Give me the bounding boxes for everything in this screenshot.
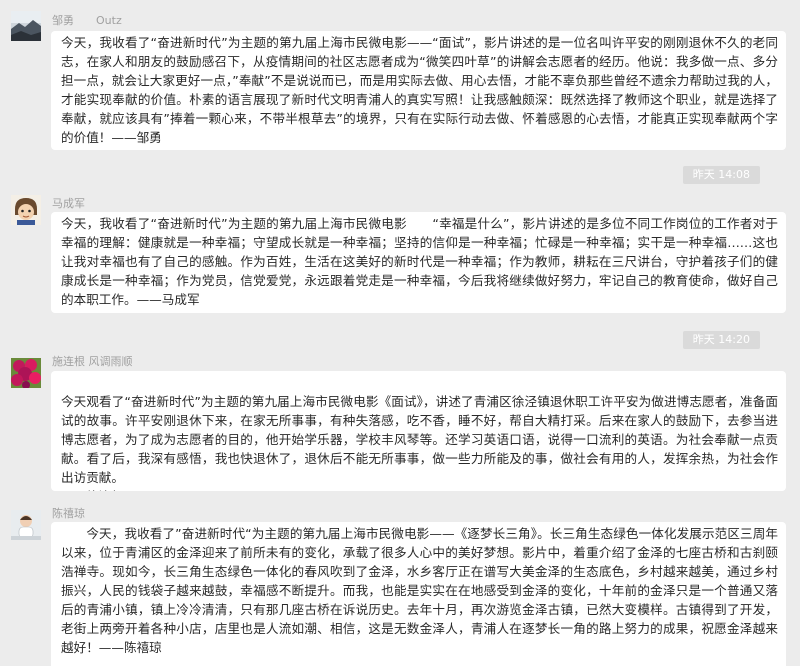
message-bubble[interactable]: 今天，我收看了“奋进新时代”为主题的第九届上海市民微电影 “幸福是什么”，影片讲…: [51, 212, 786, 313]
child-photo-avatar-icon[interactable]: [11, 510, 41, 540]
cartoon-avatar-icon[interactable]: [11, 195, 41, 225]
flower-avatar-icon[interactable]: [11, 358, 41, 388]
message-text: 今天观看了“奋进新时代”为主题的第九届上海市民微电影《面试》，讲述了青浦区徐泾镇…: [61, 394, 778, 491]
sender-name: 施连根 风调雨顺: [52, 355, 133, 368]
timestamp-badge: 昨天 14:20: [682, 331, 760, 349]
message-bubble[interactable]: 今天，我收看了”奋进新时代“为主题的第九届上海市民微电影——《逐梦长三角》。长三…: [51, 522, 786, 666]
message-text: 今天，我收看了“奋进新时代”为主题的第九届上海市民微电影——“面试”，影片讲述的…: [61, 35, 778, 145]
timestamp-badge: 昨天 14:08: [682, 166, 760, 184]
message-bubble[interactable]: 今天观看了“奋进新时代”为主题的第九届上海市民微电影《面试》，讲述了青浦区徐泾镇…: [51, 371, 786, 491]
scrollbar[interactable]: [794, 0, 800, 666]
sender-name: 邹勇 Outz: [52, 14, 122, 27]
landscape-avatar-icon[interactable]: [11, 11, 41, 41]
message-text: 今天，我收看了“奋进新时代”为主题的第九届上海市民微电影 “幸福是什么”，影片讲…: [61, 216, 778, 307]
message-text: 今天，我收看了”奋进新时代“为主题的第九届上海市民微电影——《逐梦长三角》。长三…: [61, 526, 778, 655]
sender-name: 陈禧琼: [52, 507, 85, 520]
sender-name: 马成军: [52, 197, 85, 210]
chat-history[interactable]: 邹勇 Outz 今天，我收看了“奋进新时代”为主题的第九届上海市民微电影——“面…: [0, 0, 800, 666]
message-bubble[interactable]: 今天，我收看了“奋进新时代”为主题的第九届上海市民微电影——“面试”，影片讲述的…: [51, 31, 786, 150]
